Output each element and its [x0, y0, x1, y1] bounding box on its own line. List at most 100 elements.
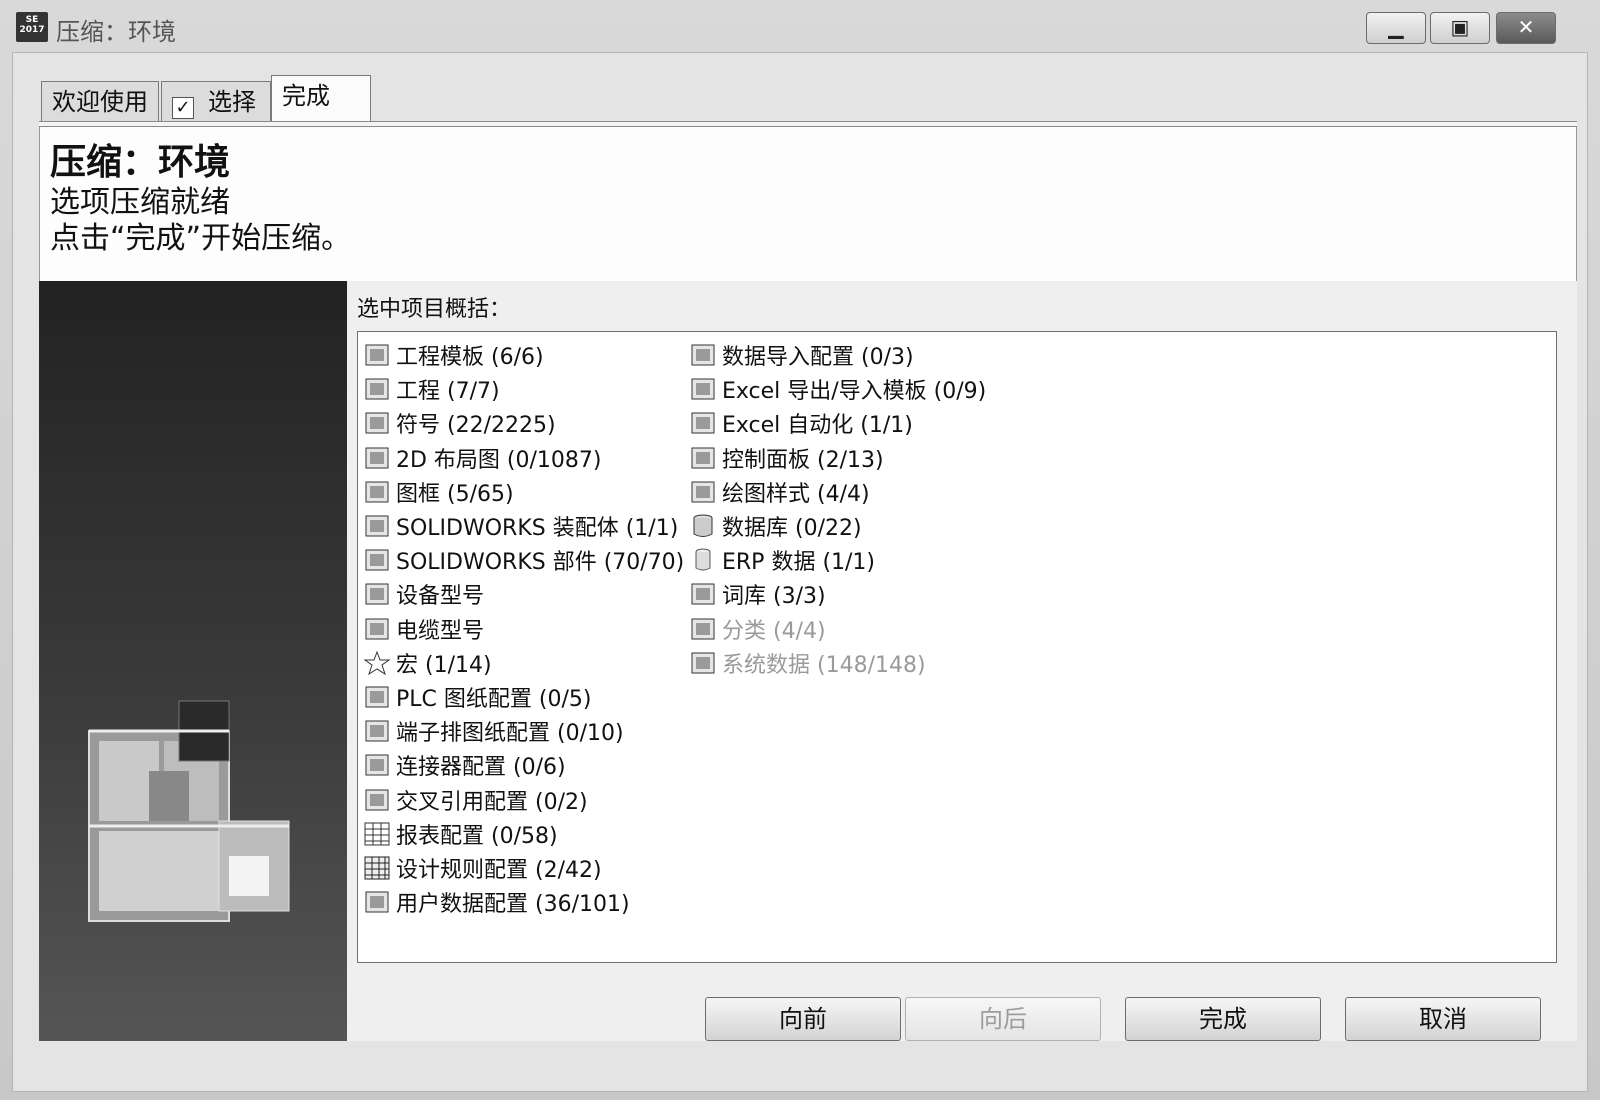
tab-finish[interactable]: 完成	[271, 75, 371, 123]
list-item: 系统数据 (148/148)	[688, 646, 986, 680]
list-item-label: Excel 导出/导入模板 (0/9)	[722, 379, 987, 405]
finish-button[interactable]: 完成	[1125, 997, 1321, 1041]
report-table-icon	[362, 820, 392, 848]
close-button[interactable]: ✕	[1496, 12, 1556, 44]
list-item: 工程模板 (6/6)	[362, 338, 684, 372]
list-item-label: 2D 布局图 (0/1087)	[396, 447, 602, 473]
checkbox-checked-icon: ✓	[172, 97, 194, 119]
symbol-icon	[362, 409, 392, 437]
list-item-label: 端子排图纸配置 (0/10)	[396, 721, 624, 747]
title-block-icon	[362, 478, 392, 506]
instruction-line: 点击“完成”开始压缩。	[50, 221, 352, 256]
project-icon	[362, 375, 392, 403]
list-item: 宏 (1/14)	[362, 646, 684, 680]
back-button[interactable]: 向前	[705, 997, 901, 1041]
side-image-panel	[39, 281, 347, 1041]
list-item-label: 控制面板 (2/13)	[722, 447, 884, 473]
design-rule-icon	[362, 854, 392, 882]
list-item: SOLIDWORKS 装配体 (1/1)	[362, 509, 684, 543]
list-item-label: 宏 (1/14)	[396, 652, 492, 678]
cable-type-icon	[362, 615, 392, 643]
solidworks-assembly-icon	[362, 512, 392, 540]
list-item: 数据导入配置 (0/3)	[688, 338, 986, 372]
list-item: 设计规则配置 (2/42)	[362, 851, 684, 885]
layout-2d-icon	[362, 444, 392, 472]
compress-environment-window: SE 2017 压缩：环境 ▁ ▣ ✕ 欢迎使用 ✓ 选择 完成 压缩：环境 选项压…	[0, 0, 1600, 1100]
wizard-client-area: 欢迎使用 ✓ 选择 完成 压缩：环境 选项压缩就绪 点击“完成”开始压缩。 选中…	[12, 52, 1588, 1092]
list-item: 工程 (7/7)	[362, 372, 684, 406]
maximize-button[interactable]: ▣	[1430, 12, 1490, 44]
machine-illustration	[88, 700, 290, 922]
next-button[interactable]: 向后	[905, 997, 1101, 1041]
cancel-button[interactable]: 取消	[1345, 997, 1541, 1041]
list-item-label: 工程 (7/7)	[396, 379, 500, 405]
system-data-icon	[688, 649, 718, 677]
list-item-label: 设备型号	[396, 584, 485, 610]
list-item-label: SOLIDWORKS 部件 (70/70)	[396, 550, 685, 576]
list-item: 绘图样式 (4/4)	[688, 475, 986, 509]
excel-xls-icon	[688, 375, 718, 403]
list-item-label: 用户数据配置 (36/101)	[396, 892, 630, 918]
list-item: SOLIDWORKS 部件 (70/70)	[362, 543, 684, 577]
list-item-label: 数据库 (0/22)	[722, 516, 862, 542]
list-item: 分类 (4/4)	[688, 612, 986, 646]
list-item: 控制面板 (2/13)	[688, 441, 986, 475]
summary-section: 选中项目概括： 工程模板 (6/6) 工程 (7/7) 符号 (22/2225) 2D…	[39, 281, 1577, 1041]
list-item: ERP 数据 (1/1)	[688, 543, 986, 577]
list-item: 词库 (3/3)	[688, 577, 986, 611]
list-item: 2D 布局图 (0/1087)	[362, 441, 684, 475]
app-logo-icon: SE 2017	[16, 12, 48, 42]
list-item: 用户数据配置 (36/101)	[362, 885, 684, 919]
list-item-label: Excel 自动化 (1/1)	[722, 413, 913, 439]
template-icon	[362, 341, 392, 369]
macro-star-icon	[362, 649, 392, 677]
list-item-label: 绘图样式 (4/4)	[722, 481, 870, 507]
list-item: 图框 (5/65)	[362, 475, 684, 509]
list-item-label: 分类 (4/4)	[722, 618, 826, 644]
excel-automation-icon	[688, 409, 718, 437]
minimize-button[interactable]: ▁	[1366, 12, 1426, 44]
tab-label: 完成	[282, 82, 330, 110]
list-item-label: 交叉引用配置 (0/2)	[396, 789, 588, 815]
minimize-icon: ▁	[1388, 15, 1404, 39]
tab-label: 选择	[208, 88, 256, 116]
list-item-label: 符号 (22/2225)	[396, 413, 556, 439]
list-item-label: 数据导入配置 (0/3)	[722, 345, 914, 371]
right-item-column: 数据导入配置 (0/3) Excel 导出/导入模板 (0/9) Excel 自动化…	[688, 338, 986, 680]
list-item: 数据库 (0/22)	[688, 509, 986, 543]
tab-select[interactable]: ✓ 选择	[161, 81, 271, 121]
connector-icon	[362, 751, 392, 779]
cross-reference-icon	[362, 786, 392, 814]
classification-tree-icon	[688, 615, 718, 643]
terminal-strip-icon	[362, 717, 392, 745]
list-item-label: 系统数据 (148/148)	[722, 652, 926, 678]
window-title: 压缩：环境	[56, 18, 176, 46]
plc-icon	[362, 683, 392, 711]
list-item: 电缆型号	[362, 612, 684, 646]
list-item-label: 图框 (5/65)	[396, 481, 514, 507]
wizard-header: 压缩：环境 选项压缩就绪 点击“完成”开始压缩。	[39, 127, 1577, 281]
vocabulary-icon	[688, 580, 718, 608]
user-data-icon	[362, 888, 392, 916]
list-item: 报表配置 (0/58)	[362, 817, 684, 851]
selected-items-list[interactable]: 工程模板 (6/6) 工程 (7/7) 符号 (22/2225) 2D 布局图 (0/…	[357, 331, 1557, 963]
equipment-type-icon	[362, 580, 392, 608]
solidworks-part-icon	[362, 546, 392, 574]
list-item-label: 连接器配置 (0/6)	[396, 755, 566, 781]
erp-data-icon	[688, 546, 718, 574]
list-item-label: 报表配置 (0/58)	[396, 823, 558, 849]
title-bar: SE 2017 压缩：环境 ▁ ▣ ✕	[0, 0, 1600, 52]
list-item-label: 词库 (3/3)	[722, 584, 826, 610]
database-icon	[688, 512, 718, 540]
list-item: Excel 导出/导入模板 (0/9)	[688, 372, 986, 406]
list-item-label: 工程模板 (6/6)	[396, 345, 544, 371]
list-item-label: PLC 图纸配置 (0/5)	[396, 686, 592, 712]
drawing-style-icon	[688, 478, 718, 506]
list-item: Excel 自动化 (1/1)	[688, 406, 986, 440]
control-panel-icon	[688, 444, 718, 472]
list-item: 端子排图纸配置 (0/10)	[362, 714, 684, 748]
list-item: 设备型号	[362, 577, 684, 611]
list-item-label: 设计规则配置 (2/42)	[396, 857, 602, 883]
tab-welcome[interactable]: 欢迎使用	[41, 81, 159, 121]
data-import-icon	[688, 341, 718, 369]
